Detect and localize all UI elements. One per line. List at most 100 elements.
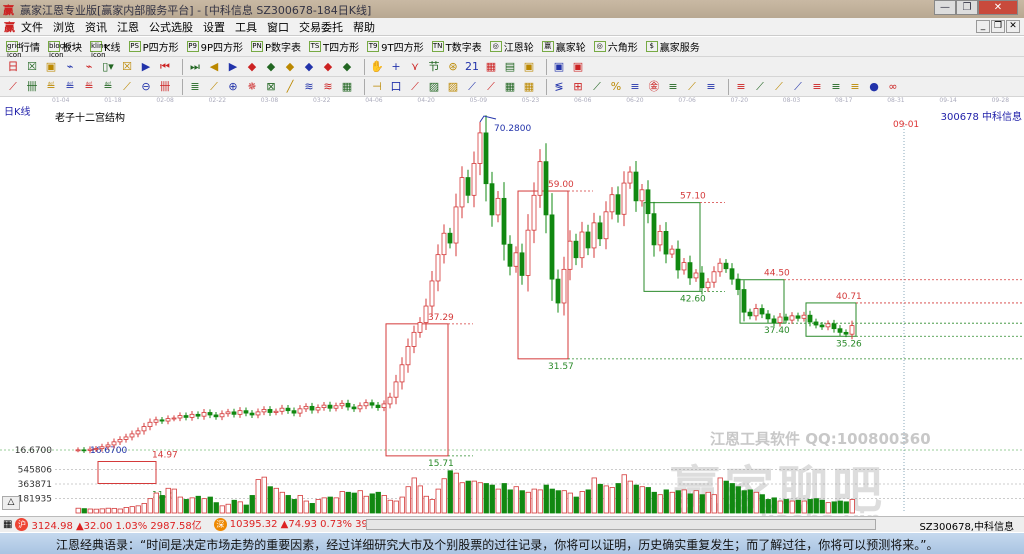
- menu-formula[interactable]: 公式选股: [149, 19, 193, 35]
- tool-icon[interactable]: ≶: [552, 80, 566, 94]
- tool-icon[interactable]: ⊛: [446, 60, 460, 74]
- tool-icon[interactable]: 21: [465, 60, 479, 74]
- toolbar-button-4[interactable]: P9 9P四方形: [186, 39, 243, 54]
- toolbar-button-0[interactable]: grid-icon 行情: [6, 39, 40, 59]
- tool-icon[interactable]: ◆: [264, 60, 278, 74]
- tool-icon[interactable]: ⟋: [685, 80, 699, 94]
- tool-icon[interactable]: ⟋: [6, 80, 20, 94]
- toolbar-button-5[interactable]: PN P数字表: [251, 39, 301, 54]
- tool-icon[interactable]: ⏮: [158, 60, 172, 74]
- tool-icon[interactable]: ✵: [245, 80, 259, 94]
- menu-gann[interactable]: 江恩: [117, 19, 139, 35]
- tool-icon[interactable]: ●: [867, 80, 881, 94]
- tool-icon[interactable]: ◆: [302, 60, 316, 74]
- tool-icon[interactable]: ✋: [370, 60, 384, 74]
- tool-icon[interactable]: ≣: [188, 80, 202, 94]
- tool-icon[interactable]: ⟋: [791, 80, 805, 94]
- tool-icon[interactable]: ▣: [522, 60, 536, 74]
- tool-icon[interactable]: ≡: [829, 80, 843, 94]
- tool-icon[interactable]: ▦: [503, 80, 517, 94]
- tool-icon[interactable]: ▦: [340, 80, 354, 94]
- tool-icon[interactable]: ⟋: [408, 80, 422, 94]
- tool-icon[interactable]: ⊞: [571, 80, 585, 94]
- tool-icon[interactable]: ▦: [484, 60, 498, 74]
- tool-icon[interactable]: ㊎: [647, 80, 661, 94]
- tool-icon[interactable]: ⟋: [753, 80, 767, 94]
- tool-icon[interactable]: ☒: [25, 60, 39, 74]
- tool-icon[interactable]: ≝: [82, 80, 96, 94]
- tool-icon[interactable]: 口: [389, 80, 403, 94]
- tool-icon[interactable]: +: [389, 60, 403, 74]
- tool-icon[interactable]: ☒: [120, 60, 134, 74]
- tool-icon[interactable]: ▣: [571, 60, 585, 74]
- menu-browse[interactable]: 浏览: [53, 19, 75, 35]
- toolbar-button-3[interactable]: PS P四方形: [128, 39, 179, 54]
- minimize-button[interactable]: —: [934, 0, 956, 15]
- tool-icon[interactable]: ▨: [446, 80, 460, 94]
- toggle-panel-button[interactable]: △: [2, 496, 20, 510]
- kline-chart[interactable]: 54580636387118193509-0116.6700 16.670037.…: [0, 103, 1024, 516]
- close-button[interactable]: ✕: [978, 0, 1018, 15]
- tool-icon[interactable]: ≝: [63, 80, 77, 94]
- tool-icon[interactable]: ◆: [283, 60, 297, 74]
- restore-button[interactable]: ❐: [956, 0, 978, 15]
- menu-settings[interactable]: 设置: [203, 19, 225, 35]
- tool-icon[interactable]: ⟋: [120, 80, 134, 94]
- toolbar-button-11[interactable]: ◎ 六角形: [593, 39, 638, 54]
- tool-icon[interactable]: ≋: [321, 80, 335, 94]
- tool-icon[interactable]: ▶: [139, 60, 153, 74]
- calculator-icon[interactable]: ▦: [3, 519, 12, 530]
- menu-trade[interactable]: 交易委托: [299, 19, 343, 35]
- tool-icon[interactable]: ◆: [340, 60, 354, 74]
- tool-icon[interactable]: ▯▾: [101, 60, 115, 74]
- tool-icon[interactable]: ▨: [427, 80, 441, 94]
- toolbar-button-7[interactable]: T9 9T四方形: [367, 39, 424, 54]
- tool-icon[interactable]: 卌: [25, 80, 39, 94]
- menu-file[interactable]: 文件: [21, 19, 43, 35]
- tool-icon[interactable]: ⟋: [465, 80, 479, 94]
- tool-icon[interactable]: ⋎: [408, 60, 422, 74]
- tool-icon[interactable]: ◀: [207, 60, 221, 74]
- tool-icon[interactable]: ⊕: [226, 80, 240, 94]
- tool-icon[interactable]: 日▾: [6, 60, 20, 87]
- toolbar-button-8[interactable]: TN T数字表: [431, 39, 482, 54]
- tool-icon[interactable]: ⊠: [264, 80, 278, 94]
- tool-icon[interactable]: ▣: [552, 60, 566, 74]
- toolbar-button-10[interactable]: 赢赢家轮: [541, 39, 586, 54]
- tool-icon[interactable]: ∞: [886, 80, 900, 94]
- mdi-close-button[interactable]: ✕: [1006, 20, 1020, 33]
- mdi-minimize-button[interactable]: _: [976, 20, 990, 33]
- tool-icon[interactable]: ≡: [848, 80, 862, 94]
- tool-icon[interactable]: ≡: [810, 80, 824, 94]
- tool-icon[interactable]: ⟋: [207, 80, 221, 94]
- tool-icon[interactable]: ◆: [321, 60, 335, 74]
- tool-icon[interactable]: ≋: [302, 80, 316, 94]
- tool-icon[interactable]: ◆: [245, 60, 259, 74]
- tool-icon[interactable]: ╱: [283, 80, 297, 94]
- tool-icon[interactable]: ⌁: [63, 60, 77, 74]
- toolbar-button-9[interactable]: ◎ 江恩轮: [489, 39, 534, 54]
- tool-icon[interactable]: ▣: [44, 60, 58, 74]
- tool-icon[interactable]: ≡: [628, 80, 642, 94]
- tool-icon[interactable]: 节: [427, 60, 441, 74]
- tool-icon[interactable]: ≡: [734, 80, 748, 94]
- toolbar-button-12[interactable]: $ 赢家服务: [645, 39, 700, 54]
- tool-icon[interactable]: ▤: [503, 60, 517, 74]
- tool-icon[interactable]: 卌: [158, 80, 172, 94]
- menu-help[interactable]: 帮助: [353, 19, 375, 35]
- horizontal-scrollbar[interactable]: [366, 519, 876, 530]
- tool-icon[interactable]: ≝: [44, 80, 58, 94]
- tool-icon[interactable]: ⏭: [188, 60, 202, 74]
- mdi-restore-button[interactable]: ❐: [991, 20, 1005, 33]
- tool-icon[interactable]: ⊖: [139, 80, 153, 94]
- toolbar-button-1[interactable]: blocks-icon 板块: [48, 39, 82, 59]
- tool-icon[interactable]: ⟋: [590, 80, 604, 94]
- tool-icon[interactable]: ▦: [522, 80, 536, 94]
- tool-icon[interactable]: ≡: [704, 80, 718, 94]
- toolbar-button-2[interactable]: kline-icon K线: [90, 39, 121, 59]
- menu-tools[interactable]: 工具: [235, 19, 257, 35]
- tool-icon[interactable]: ⟋: [484, 80, 498, 94]
- tool-icon[interactable]: ⌁: [82, 60, 96, 74]
- tool-icon[interactable]: ≡: [666, 80, 680, 94]
- menu-window[interactable]: 窗口: [267, 19, 289, 35]
